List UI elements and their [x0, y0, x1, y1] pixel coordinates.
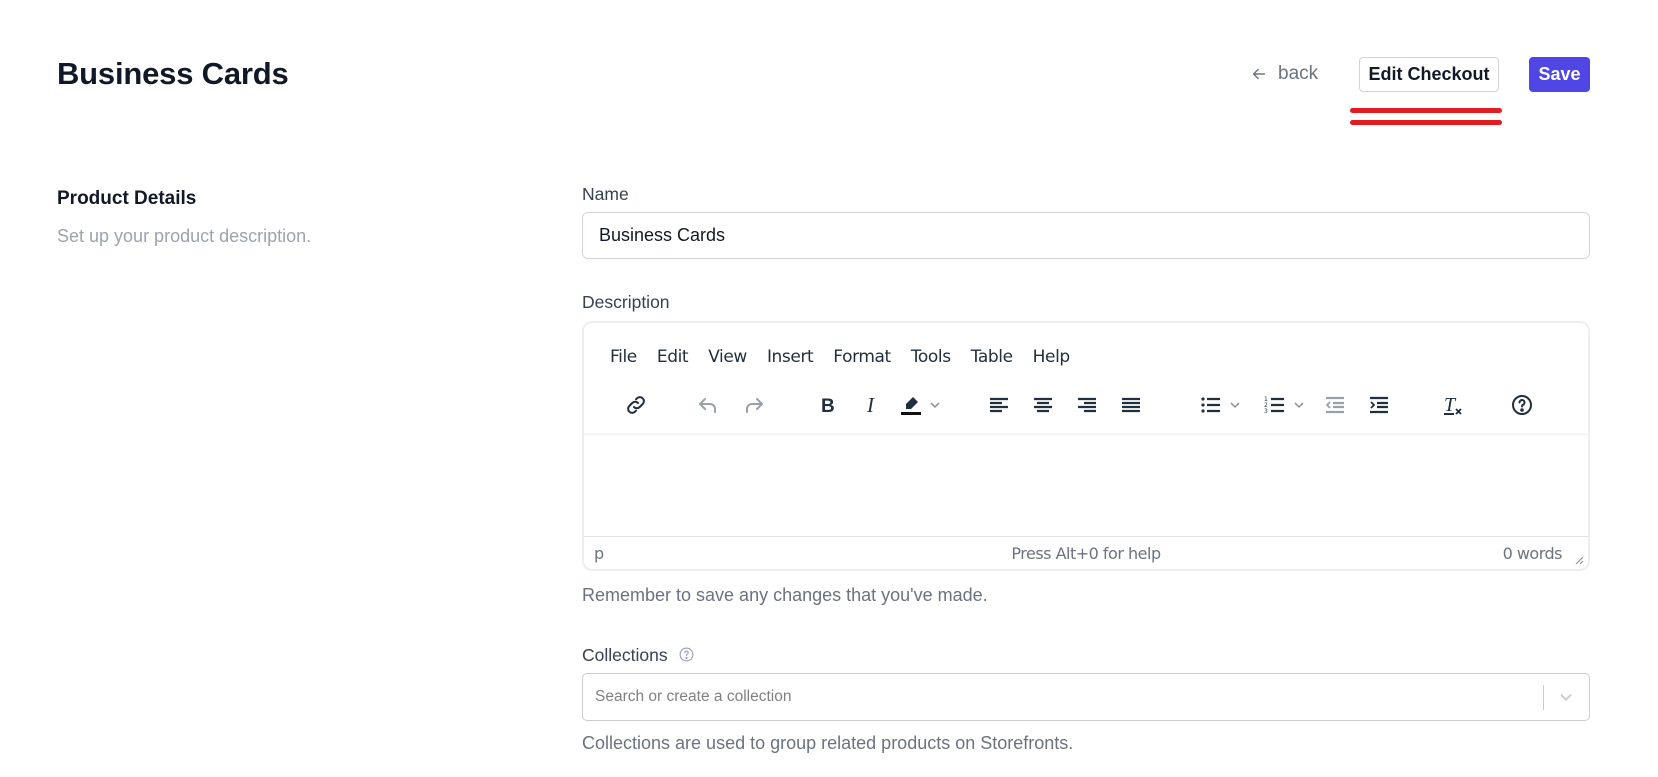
menu-file[interactable]: File [600, 341, 647, 373]
chevron-down-icon [1230, 402, 1240, 409]
editor-content-area[interactable] [584, 433, 1588, 540]
menu-tools[interactable]: Tools [901, 341, 961, 373]
align-left-icon [990, 397, 1008, 413]
back-link[interactable]: back [1250, 61, 1318, 87]
numbered-list-dropdown[interactable] [1291, 387, 1307, 423]
highlight-color-icon [901, 397, 921, 415]
indent-icon [1370, 396, 1388, 414]
redo-button[interactable] [737, 387, 771, 423]
menu-insert[interactable]: Insert [757, 341, 823, 373]
collections-select[interactable]: Search or create a collection [582, 673, 1590, 721]
menu-edit[interactable]: Edit [647, 341, 698, 373]
question-circle-icon[interactable] [678, 646, 695, 663]
clear-formatting-icon: T [1444, 394, 1462, 416]
section-title: Product Details [57, 188, 197, 209]
align-center-button[interactable] [1026, 387, 1060, 423]
edit-checkout-button[interactable]: Edit Checkout [1359, 57, 1499, 92]
link-icon [627, 396, 645, 414]
redo-icon [746, 398, 763, 413]
menu-format[interactable]: Format [823, 341, 901, 373]
menu-help[interactable]: Help [1023, 341, 1080, 373]
arrow-left-icon [1252, 68, 1266, 80]
highlight-color-dropdown[interactable] [927, 387, 943, 423]
align-center-icon [1034, 397, 1052, 413]
italic-button[interactable]: I [855, 387, 889, 423]
align-right-button[interactable] [1070, 387, 1104, 423]
back-label: back [1278, 63, 1319, 84]
resize-handle-icon[interactable] [1572, 553, 1584, 565]
menu-table[interactable]: Table [961, 341, 1023, 373]
svg-text:B: B [821, 396, 835, 417]
page-title: Business Cards [57, 56, 289, 91]
bullet-list-button[interactable] [1194, 387, 1228, 423]
italic-icon: I [866, 393, 875, 417]
svg-text:T: T [1444, 394, 1457, 416]
collections-helper-text: Collections are used to group related pr… [582, 733, 1074, 753]
select-separator [1543, 685, 1544, 710]
bullet-list-dropdown[interactable] [1227, 387, 1243, 423]
link-button[interactable] [619, 387, 653, 423]
description-editor: File Edit View Insert Format Tools Table… [582, 321, 1590, 571]
name-label: Name [582, 184, 629, 204]
editor-toolbar: B I 1 2 3 T [584, 387, 1588, 427]
undo-icon [699, 398, 716, 413]
bold-icon: B [821, 396, 835, 417]
collections-label-text: Collections [582, 645, 668, 665]
editor-help-button[interactable] [1505, 387, 1539, 423]
chevron-down-icon [1560, 694, 1572, 702]
numbered-list-button[interactable]: 123 [1258, 387, 1292, 423]
menu-view[interactable]: View [698, 341, 757, 373]
bold-button[interactable]: B [811, 387, 845, 423]
editor-statusbar: p Press Alt+0 for help 0 words [584, 536, 1588, 569]
bullet-list-icon [1201, 397, 1220, 413]
align-left-button[interactable] [982, 387, 1016, 423]
annotation-underline-bottom [1350, 120, 1502, 125]
collections-dropdown-toggle[interactable] [1551, 682, 1581, 712]
section-subtitle: Set up your product description. [57, 226, 312, 246]
align-justify-icon [1122, 397, 1140, 413]
undo-button[interactable] [691, 387, 725, 423]
description-helper-text: Remember to save any changes that you've… [582, 585, 988, 605]
indent-button[interactable] [1362, 387, 1396, 423]
word-count[interactable]: 0 words [1503, 544, 1563, 563]
name-input[interactable] [582, 212, 1590, 259]
annotation-underline-top [1350, 108, 1502, 113]
chevron-down-icon [930, 402, 940, 409]
align-right-icon [1078, 397, 1096, 413]
collections-label: Collections [582, 645, 695, 666]
collections-placeholder: Search or create a collection [595, 688, 792, 705]
editor-header: File Edit View Insert Format Tools Table… [584, 323, 1588, 433]
outdent-icon [1325, 396, 1344, 414]
outdent-button[interactable] [1318, 387, 1352, 423]
chevron-down-icon [1294, 402, 1304, 409]
svg-text:I: I [866, 393, 875, 417]
highlight-color-button[interactable] [894, 387, 928, 423]
help-icon [1512, 395, 1532, 415]
align-justify-button[interactable] [1114, 387, 1148, 423]
clear-formatting-button[interactable]: T [1436, 387, 1470, 423]
help-hint: Press Alt+0 for help [1011, 543, 1161, 563]
svg-text:3: 3 [1264, 408, 1268, 415]
numbered-list-icon: 123 [1264, 396, 1284, 415]
description-label: Description [582, 292, 670, 312]
editor-menubar: File Edit View Insert Format Tools Table… [600, 341, 1080, 373]
save-button[interactable]: Save [1529, 57, 1590, 92]
